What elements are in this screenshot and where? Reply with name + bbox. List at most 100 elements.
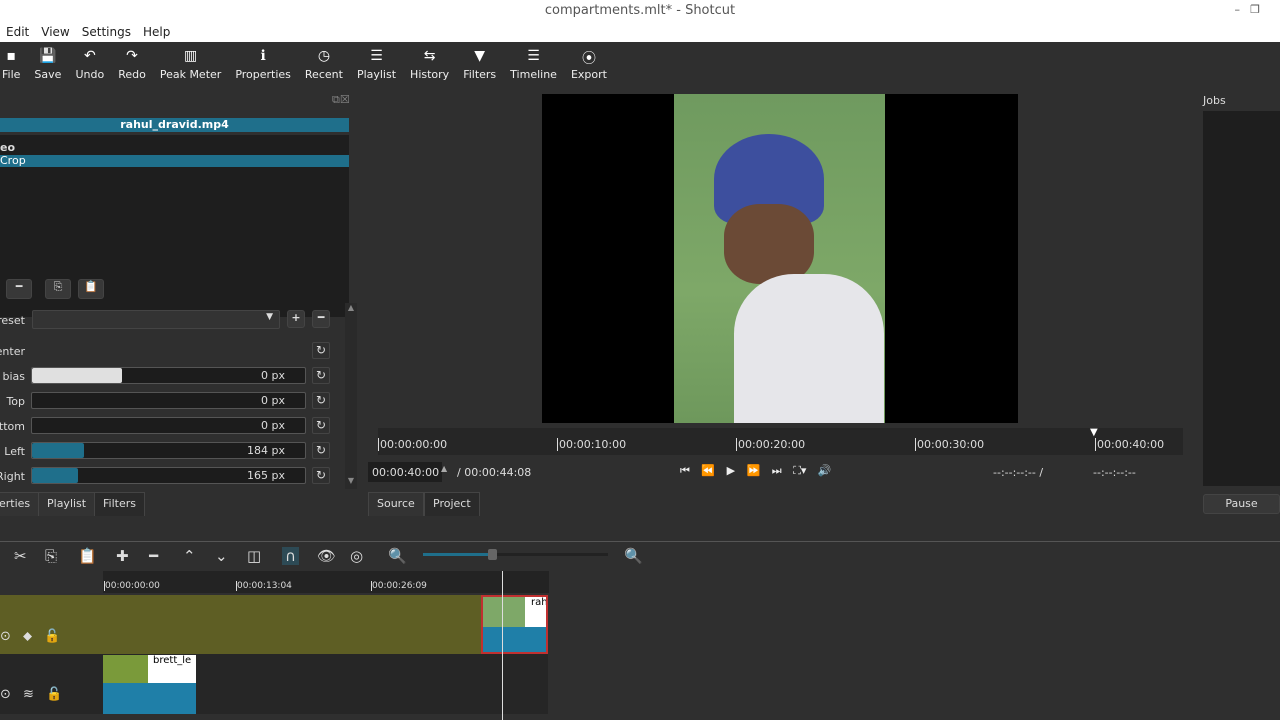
chevron-down-icon: ▼ <box>266 312 273 322</box>
scrub-eye-icon[interactable]: 👁 <box>317 547 336 565</box>
timeline-clip-rahul[interactable]: rah <box>481 595 548 654</box>
param-label: Top <box>6 395 25 408</box>
play-icon[interactable]: ▶ <box>727 464 735 477</box>
lock-icon[interactable]: 🔓 <box>46 687 62 702</box>
param-slider[interactable]: 184 px <box>31 442 306 459</box>
zoom-slider[interactable] <box>423 553 608 556</box>
copy-icon[interactable]: ⎘ <box>45 547 57 565</box>
eye-icon[interactable]: ⊙ <box>0 629 11 644</box>
preset-select[interactable]: ▼ <box>32 310 280 329</box>
restore-button[interactable]: ❐ <box>1250 3 1260 16</box>
toolbar-file-button[interactable]: ▪ File <box>0 42 27 90</box>
paste-icon[interactable]: 📋 <box>78 547 97 565</box>
toolbar-redo-button[interactable]: ↷ Redo <box>111 42 153 90</box>
info-icon: ℹ <box>260 48 266 64</box>
tab-filters[interactable]: Filters <box>94 492 145 516</box>
toolbar-save-button[interactable]: 💾 Save <box>27 42 68 90</box>
param-label: r bias <box>0 370 25 383</box>
menu-edit[interactable]: Edit <box>0 22 35 39</box>
toolbar-peak-meter-button[interactable]: ▥ Peak Meter <box>153 42 228 90</box>
copy-filter-button[interactable]: ⎘ <box>45 279 71 299</box>
cut-icon[interactable]: ✂ <box>14 547 27 565</box>
param-slider[interactable]: 165 px <box>31 467 306 484</box>
toolbar-undo-button[interactable]: ↶ Undo <box>68 42 111 90</box>
composite-icon[interactable]: ⬥ <box>23 629 32 644</box>
reset-button[interactable]: ↻ <box>312 342 330 359</box>
undock-icon[interactable]: ⧉☒ <box>332 93 350 107</box>
timeline-clip-brett[interactable]: brett_le <box>103 655 196 714</box>
delete-preset-button[interactable]: ━ <box>312 310 330 328</box>
param-label: Right <box>0 470 25 483</box>
reset-button[interactable]: ↻ <box>312 392 330 409</box>
snap-magnet-icon[interactable]: ∩ <box>282 547 299 565</box>
layers-icon[interactable]: ≋ <box>23 687 34 702</box>
zoom-in-icon[interactable]: 🔍 <box>624 547 643 565</box>
filter-item-crop[interactable]: Crop <box>0 155 349 167</box>
toolbar-playlist-button[interactable]: ☰ Playlist <box>350 42 403 90</box>
reset-button[interactable]: ↻ <box>312 467 330 484</box>
zoom-fit-icon[interactable]: ⛶▾ <box>793 464 806 477</box>
toolbar-recent-button[interactable]: ◷ Recent <box>298 42 350 90</box>
toolbar-properties-button[interactable]: ℹ Properties <box>228 42 298 90</box>
main-toolbar: ▪ File 💾 Save ↶ Undo ↷ Redo ▥ Peak Meter ℹ Properti… <box>0 42 1280 90</box>
tab-source[interactable]: Source <box>368 492 424 516</box>
zoom-out-icon[interactable]: 🔍 <box>388 547 407 565</box>
menu-bar: Edit View Settings Help <box>0 22 1280 42</box>
param-slider[interactable]: 0 px <box>31 392 306 409</box>
remove-icon[interactable]: ━ <box>149 547 158 565</box>
lock-icon[interactable]: 🔓 <box>44 629 60 644</box>
menu-help[interactable]: Help <box>137 22 176 39</box>
filter-section: eo <box>0 141 16 154</box>
playhead[interactable]: ▼ <box>1090 427 1098 438</box>
reset-button[interactable]: ↻ <box>312 442 330 459</box>
pause-button[interactable]: Pause <box>1203 494 1280 514</box>
add-preset-button[interactable]: + <box>287 310 305 328</box>
scrollbar[interactable]: ▲ ▼ <box>345 303 357 489</box>
in-point: --:--:--:-- / <box>993 466 1044 479</box>
lift-icon[interactable]: ⌃ <box>183 547 196 565</box>
timeline-ruler[interactable] <box>103 571 549 593</box>
fast-forward-icon[interactable]: ⏩ <box>747 464 761 477</box>
toolbar-export-button[interactable]: ⦿ Export <box>564 42 614 90</box>
menu-settings[interactable]: Settings <box>76 22 137 39</box>
reset-button[interactable]: ↻ <box>312 417 330 434</box>
transport-controls: ⏮ ⏪ ▶ ⏩ ⏭ ⛶▾ 🔊 <box>680 464 832 478</box>
zoom-slider-handle[interactable] <box>487 549 497 560</box>
split-icon[interactable]: ◫ <box>247 547 261 565</box>
peak-meter-icon: ▥ <box>183 48 198 64</box>
out-point: --:--:--:-- <box>1093 466 1136 479</box>
toolbar-timeline-button[interactable]: ☰ Timeline <box>503 42 564 90</box>
eye-icon[interactable]: ⊙ <box>0 687 11 702</box>
toolbar-filters-button[interactable]: ▼ Filters <box>456 42 503 90</box>
tab-properties[interactable]: erties <box>0 492 40 516</box>
position-spinner[interactable]: ▲ <box>441 464 447 473</box>
paste-filter-button[interactable]: 📋 <box>78 279 104 299</box>
volume-icon[interactable]: 🔊 <box>818 464 832 477</box>
menu-view[interactable]: View <box>35 22 75 39</box>
remove-filter-button[interactable]: ━ <box>6 279 32 299</box>
toolbar-history-button[interactable]: ⇆ History <box>403 42 456 90</box>
append-icon[interactable]: ✚ <box>116 547 129 565</box>
track-v1-controls: ⊙ ≋ 🔓 <box>0 687 62 702</box>
position-field[interactable]: 00:00:40:00 <box>368 462 442 482</box>
track-v2[interactable] <box>0 595 481 654</box>
ripple-target-icon[interactable]: ◎ <box>350 547 363 565</box>
track-v1[interactable] <box>0 654 548 714</box>
clip-name: rahul_dravid.mp4 <box>0 118 349 132</box>
timeline-panel: ✂ ⎘ 📋 ✚ ━ ⌃ ⌄ ◫ ∩ 👁 ◎ 🔍 🔍 00:00:00:00 00… <box>0 541 1280 720</box>
param-slider[interactable]: 0 px <box>31 367 306 384</box>
skip-previous-icon[interactable]: ⏮ <box>680 464 690 477</box>
param-slider[interactable]: 0 px <box>31 417 306 434</box>
tab-project[interactable]: Project <box>424 492 480 516</box>
skip-next-icon[interactable]: ⏭ <box>772 464 782 477</box>
param-label: enter <box>0 345 25 358</box>
timeline-playhead[interactable] <box>502 571 503 720</box>
minimize-button[interactable]: – <box>1235 3 1241 16</box>
reset-button[interactable]: ↻ <box>312 367 330 384</box>
preset-label: reset <box>0 314 25 327</box>
history-icon: ⇆ <box>423 48 436 64</box>
rewind-icon[interactable]: ⏪ <box>701 464 715 477</box>
tab-playlist[interactable]: Playlist <box>38 492 96 516</box>
list-icon: ☰ <box>370 48 383 64</box>
overwrite-icon[interactable]: ⌄ <box>215 547 228 565</box>
